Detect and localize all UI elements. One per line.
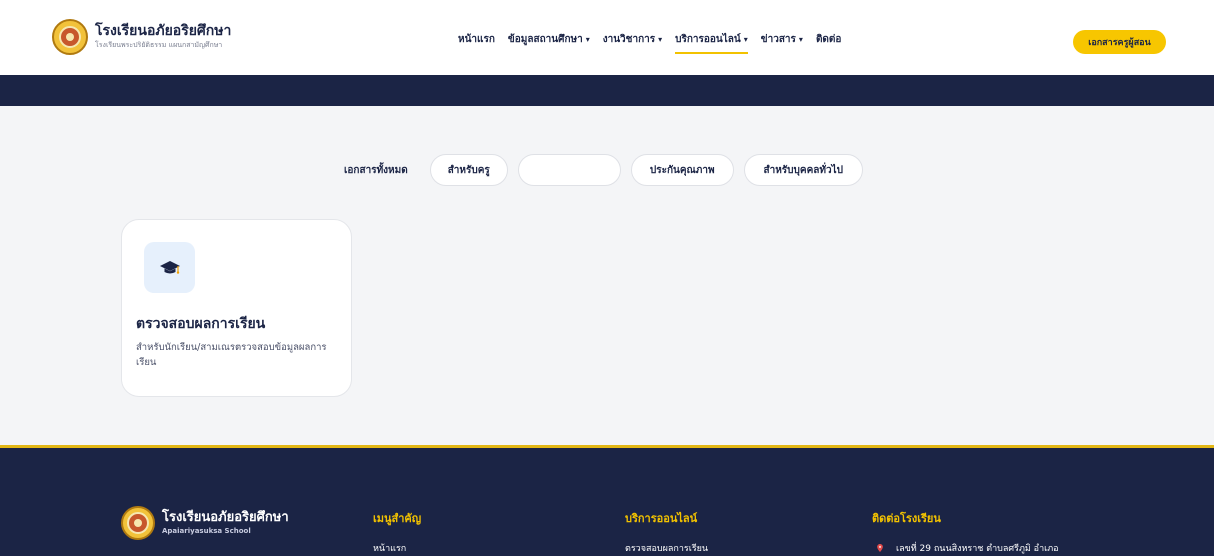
nav-item-contact[interactable]: ติดต่อ <box>816 32 842 51</box>
nav-label: ข้อมูลสถานศึกษา <box>507 34 583 45</box>
hero-band <box>0 75 1214 106</box>
footer-heading: บริการออนไลน์ <box>625 512 698 525</box>
footer-link-home[interactable]: หน้าแรก <box>373 541 421 555</box>
nav-item-news[interactable]: ข่าวสาร ▾ <box>761 32 803 51</box>
brand[interactable]: โรงเรียนอภัยอริยศึกษา โรงเรียนพระปริยัติ… <box>52 19 231 55</box>
teacher-documents-button[interactable]: เอกสารครูผู้สอน <box>1073 30 1166 54</box>
filter-chip-empty[interactable] <box>517 154 621 186</box>
document-filters: เอกสารทั้งหมด สำหรับครู ประกันคุณภาพ สำห… <box>344 154 873 186</box>
chevron-down-icon: ▾ <box>658 35 663 44</box>
footer-heading: เมนูสำคัญ <box>373 512 422 525</box>
site-footer: โรงเรียนอภัยอริยศึกษา Apaiariyasuksa Sch… <box>0 445 1214 556</box>
card-title: ตรวจสอบผลการเรียน <box>136 316 266 332</box>
footer-brand-subtitle: Apaiariyasuksa School <box>162 527 251 535</box>
filter-chip-for-teachers[interactable]: สำหรับครู <box>429 154 508 186</box>
filter-all[interactable]: เอกสารทั้งหมด <box>344 163 408 178</box>
nav-item-online-services[interactable]: บริการออนไลน์ ▾ <box>675 32 748 54</box>
nav-item-academics[interactable]: งานวิชาการ ▾ <box>603 32 662 51</box>
nav-label: หน้าแรก <box>458 34 495 45</box>
chevron-down-icon: ▾ <box>743 35 748 44</box>
brand-name: โรงเรียนอภัยอริยศึกษา <box>95 23 232 39</box>
nav-label: ข่าวสาร <box>760 34 796 45</box>
brand-subtitle: โรงเรียนพระปริยัติธรรม แผนกสามัญศึกษา <box>95 41 223 49</box>
nav-label: ติดต่อ <box>815 34 842 45</box>
filter-chip-quality-assurance[interactable]: ประกันคุณภาพ <box>630 154 734 186</box>
footer-col-key-menu: เมนูสำคัญ หน้าแรก <box>373 509 421 555</box>
school-logo-icon <box>52 19 88 55</box>
map-pin-icon <box>877 544 883 552</box>
footer-address: เลขที่ 29 ถนนสิงหราช ตำบลศรีภูมิ อำเภอ <box>872 541 1059 555</box>
chevron-down-icon: ▾ <box>798 35 803 44</box>
footer-col-online-services: บริการออนไลน์ ตรวจสอบผลการเรียน <box>625 509 708 555</box>
footer-address-text: เลขที่ 29 ถนนสิงหราช ตำบลศรีภูมิ อำเภอ <box>896 544 1059 554</box>
footer-brand[interactable]: โรงเรียนอภัยอริยศึกษา Apaiariyasuksa Sch… <box>121 506 289 540</box>
footer-brand-name: โรงเรียนอภัยอริยศึกษา <box>162 510 289 525</box>
chevron-down-icon: ▾ <box>585 35 590 44</box>
site-header: โรงเรียนอภัยอริยศึกษา โรงเรียนพระปริยัติ… <box>0 0 1214 75</box>
service-card[interactable]: ตรวจสอบผลการเรียน สำหรับนักเรียน/สามเณรต… <box>121 219 352 397</box>
footer-brand-text: โรงเรียนอภัยอริยศึกษา Apaiariyasuksa Sch… <box>162 510 289 536</box>
nav-item-school-info[interactable]: ข้อมูลสถานศึกษา ▾ <box>508 32 590 51</box>
footer-col-contact: ติดต่อโรงเรียน เลขที่ 29 ถนนสิงหราช ตำบล… <box>872 509 1059 555</box>
main-nav: หน้าแรก ข้อมูลสถานศึกษา ▾ งานวิชาการ ▾ บริ… <box>458 32 854 54</box>
footer-link-check-grades[interactable]: ตรวจสอบผลการเรียน <box>625 541 708 555</box>
graduation-cap-icon <box>144 242 195 293</box>
card-description: สำหรับนักเรียน/สามเณรตรวจสอบข้อมูลผลการเ… <box>136 342 327 368</box>
footer-heading: ติดต่อโรงเรียน <box>872 512 941 525</box>
filter-chip-general-public[interactable]: สำหรับบุคคลทั่วไป <box>743 154 863 186</box>
school-logo-icon <box>121 506 155 540</box>
nav-item-home[interactable]: หน้าแรก <box>458 32 495 51</box>
brand-text: โรงเรียนอภัยอริยศึกษา โรงเรียนพระปริยัติ… <box>95 23 231 51</box>
nav-label: บริการออนไลน์ <box>675 34 741 45</box>
nav-label: งานวิชาการ <box>602 34 656 45</box>
